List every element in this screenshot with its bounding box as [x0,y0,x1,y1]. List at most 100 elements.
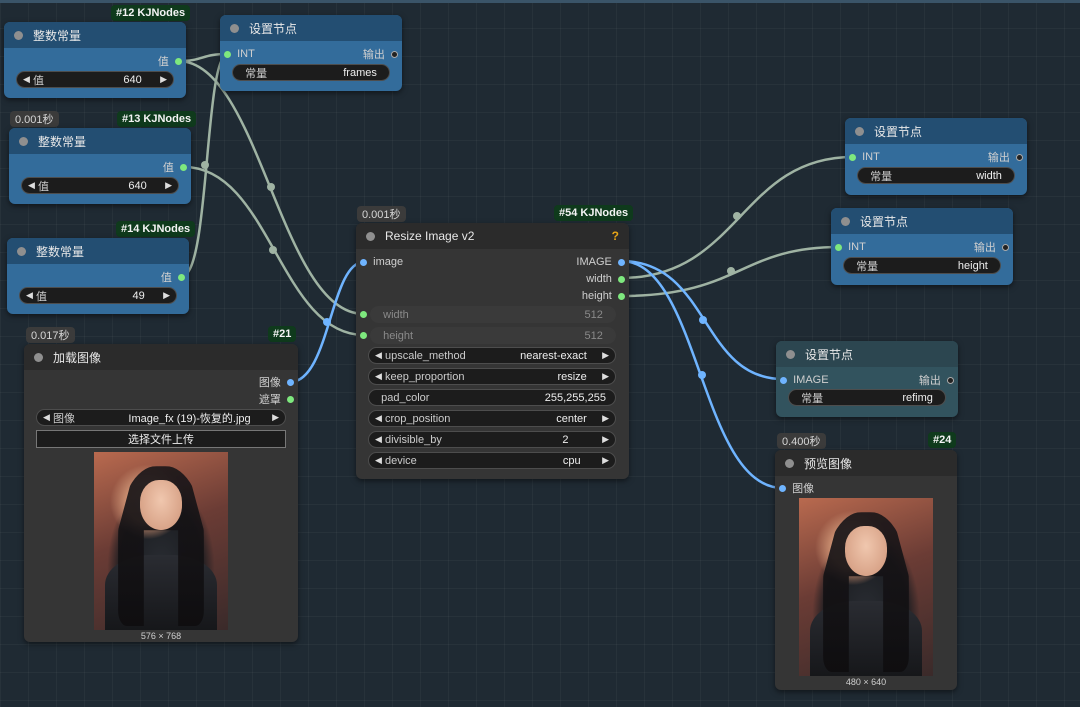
upscale-method-select[interactable]: ◀ upscale_method nearest-exact ▶ [368,347,616,364]
output-dot-icon[interactable] [618,258,625,266]
output-slot-image[interactable]: IMAGE [576,254,625,270]
input-dot-icon[interactable] [360,332,367,339]
prev-arrow-icon[interactable]: ◀ [375,455,382,466]
decrement-arrow-icon[interactable]: ◀ [28,180,35,191]
node-title-bar[interactable]: 加载图像 [24,344,298,370]
device-select[interactable]: ◀ device cpu ▶ [368,452,616,469]
int-constant-node-14[interactable]: 整数常量 值 ◀ 值 49 ▶ [7,238,189,314]
output-dot-icon[interactable] [180,163,187,171]
decrement-arrow-icon[interactable]: ◀ [23,74,30,85]
input-slot-int[interactable]: INT [849,149,880,165]
image-file-select[interactable]: ◀ 图像 Image_fx (19)-恢复的.jpg ▶ [36,409,286,426]
output-dot-icon[interactable] [175,57,182,65]
input-dot-icon[interactable] [849,153,856,161]
set-node-height[interactable]: 设置节点 INT 输出 常量 height [831,208,1013,285]
set-node-width[interactable]: 设置节点 INT 输出 常量 width [845,118,1027,195]
value-stepper[interactable]: ◀ 值 640 ▶ [21,177,179,194]
output-dot-icon[interactable] [178,273,185,281]
value-stepper[interactable]: ◀ 值 49 ▶ [19,287,177,304]
upload-file-button[interactable]: 选择文件上传 [36,430,286,448]
collapse-dot-icon[interactable] [366,231,375,241]
prev-arrow-icon[interactable]: ◀ [43,412,50,423]
input-dot-icon[interactable] [835,243,842,251]
input-slot-int[interactable]: INT [224,46,255,62]
output-slot-mask[interactable]: 遮罩 [259,391,294,407]
int-constant-node-13[interactable]: 整数常量 值 ◀ 值 640 ▶ [9,128,191,204]
divisible-by-stepper[interactable]: ◀ divisible_by 2 ▶ [368,431,616,448]
output-dot-icon[interactable] [618,275,625,283]
output-slot-width[interactable]: width [586,271,625,287]
node-title-bar[interactable]: 预览图像 [775,450,957,476]
next-arrow-icon[interactable]: ▶ [602,413,609,424]
output-dot-icon[interactable] [391,50,398,58]
output-dot-icon[interactable] [1002,243,1009,251]
collapse-dot-icon[interactable] [841,216,850,226]
input-slot-image[interactable]: 图像 [779,480,814,496]
output-slot-value[interactable]: 值 [158,53,182,69]
input-slot-int[interactable]: INT [835,239,866,255]
node-title-bar[interactable]: 整数常量 [7,238,189,264]
collapse-dot-icon[interactable] [14,30,23,40]
collapse-dot-icon[interactable] [17,246,26,256]
value-stepper[interactable]: ◀ 值 640 ▶ [16,71,174,88]
increment-arrow-icon[interactable]: ▶ [165,180,172,191]
input-dot-icon[interactable] [360,258,367,266]
output-slot[interactable]: 输出 [363,46,398,62]
prev-arrow-icon[interactable]: ◀ [375,413,382,424]
output-dot-icon[interactable] [618,292,625,300]
output-dot-icon[interactable] [287,395,294,403]
output-slot-value[interactable]: 值 [161,269,185,285]
output-dot-icon[interactable] [1016,153,1023,161]
next-arrow-icon[interactable]: ▶ [272,412,279,423]
increment-arrow-icon[interactable]: ▶ [602,434,609,445]
load-image-node[interactable]: 加载图像 图像 遮罩 ◀ 图像 Image_fx (19)-恢复的.jpg ▶ … [24,344,298,642]
next-arrow-icon[interactable]: ▶ [602,455,609,466]
node-title-bar[interactable]: 设置节点 [776,341,958,367]
node-title-bar[interactable]: 设置节点 [845,118,1027,144]
pad-color-field[interactable]: pad_color 255,255,255 [368,389,616,406]
constant-name-field[interactable]: 常量 height [843,257,1001,274]
output-dot-icon[interactable] [947,376,954,384]
output-slot-image[interactable]: 图像 [259,374,294,390]
collapse-dot-icon[interactable] [855,126,864,136]
input-slot-image[interactable]: image [360,254,403,270]
output-slot-height[interactable]: height [582,288,625,304]
set-node-frames[interactable]: 设置节点 INT 输出 常量 frames [220,15,402,91]
prev-arrow-icon[interactable]: ◀ [375,350,382,361]
node-title-bar[interactable]: 设置节点 [831,208,1013,234]
input-dot-icon[interactable] [224,50,231,58]
output-dot-icon[interactable] [287,378,294,386]
crop-position-select[interactable]: ◀ crop_position center ▶ [368,410,616,427]
input-dot-icon[interactable] [780,376,787,384]
collapse-dot-icon[interactable] [34,352,43,362]
constant-name-field[interactable]: 常量 refimg [788,389,946,406]
constant-name-field[interactable]: 常量 width [857,167,1015,184]
increment-arrow-icon[interactable]: ▶ [160,74,167,85]
keep-proportion-select[interactable]: ◀ keep_proportion resize ▶ [368,368,616,385]
next-arrow-icon[interactable]: ▶ [602,350,609,361]
int-constant-node-12[interactable]: 整数常量 值 ◀ 值 640 ▶ [4,22,186,98]
increment-arrow-icon[interactable]: ▶ [163,290,170,301]
output-slot[interactable]: 输出 [974,239,1009,255]
constant-name-field[interactable]: 常量 frames [232,64,390,81]
resize-image-node[interactable]: Resize Image v2 ? image IMAGE width heig… [356,223,629,479]
output-slot-value[interactable]: 值 [163,159,187,175]
output-slot[interactable]: 输出 [919,372,954,388]
output-slot[interactable]: 输出 [988,149,1023,165]
next-arrow-icon[interactable]: ▶ [602,371,609,382]
collapse-dot-icon[interactable] [230,23,239,33]
set-node-refimg[interactable]: 设置节点 IMAGE 输出 常量 refimg [776,341,958,417]
collapse-dot-icon[interactable] [786,349,795,359]
node-title-bar[interactable]: 整数常量 [9,128,191,154]
prev-arrow-icon[interactable]: ◀ [375,371,382,382]
input-dot-icon[interactable] [360,311,367,318]
preview-image-node[interactable]: 预览图像 图像 480 × 640 [775,450,957,690]
node-title-bar[interactable]: Resize Image v2 [356,223,629,249]
input-dot-icon[interactable] [779,484,786,492]
collapse-dot-icon[interactable] [785,458,794,468]
input-slot-image[interactable]: IMAGE [780,372,829,388]
node-title-bar[interactable]: 整数常量 [4,22,186,48]
width-field[interactable]: width 512 [370,306,616,323]
help-icon[interactable]: ? [612,229,619,243]
collapse-dot-icon[interactable] [19,136,28,146]
